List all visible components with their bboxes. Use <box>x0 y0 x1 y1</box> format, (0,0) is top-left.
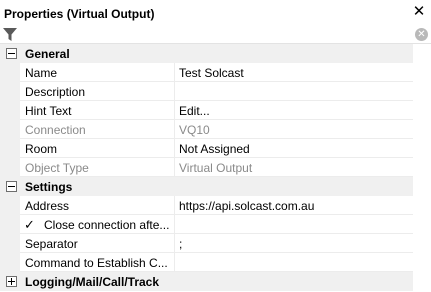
clear-filter-icon[interactable]: ✕ <box>415 28 428 41</box>
expand-toggle-icon[interactable] <box>6 276 17 287</box>
row-gutter <box>0 63 20 82</box>
panel-titlebar: Properties (Virtual Output) ✕ <box>0 0 431 26</box>
property-row-separator[interactable]: Separator ; <box>0 234 431 253</box>
row-gutter <box>0 139 20 158</box>
category-label: Settings <box>25 180 73 194</box>
row-gutter <box>0 120 20 139</box>
property-name[interactable]: Name <box>20 63 175 82</box>
property-row-room[interactable]: Room Not Assigned <box>0 139 431 158</box>
collapse-toggle-icon[interactable] <box>6 181 17 192</box>
property-row-name[interactable]: Name Test Solcast <box>0 63 431 82</box>
property-value[interactable]: Edit... <box>175 101 413 120</box>
property-name[interactable]: Address <box>20 196 175 215</box>
property-value[interactable]: Not Assigned <box>175 139 413 158</box>
property-name[interactable]: Room <box>20 139 175 158</box>
property-name[interactable]: Hint Text <box>20 101 175 120</box>
property-name[interactable]: Connection <box>20 120 175 139</box>
panel-title: Properties (Virtual Output) <box>4 7 155 21</box>
property-row-command[interactable]: Command to Establish C... <box>0 253 431 272</box>
category-logging[interactable]: Logging/Mail/Call/Track <box>0 272 431 291</box>
row-gutter <box>0 196 20 215</box>
property-value[interactable]: https://api.solcast.com.au <box>175 196 413 215</box>
property-name[interactable]: Close connection afte... <box>20 215 175 234</box>
property-row-hint-text[interactable]: Hint Text Edit... <box>0 101 431 120</box>
property-name[interactable]: Command to Establish C... <box>20 253 175 272</box>
property-name[interactable]: Object Type <box>20 158 175 177</box>
row-gutter <box>0 82 20 101</box>
filter-bar: ✕ <box>0 26 431 44</box>
property-value[interactable] <box>175 82 413 101</box>
property-value[interactable]: Test Solcast <box>175 63 413 82</box>
property-row-description[interactable]: Description <box>0 82 431 101</box>
property-row-connection[interactable]: Connection VQ10 <box>0 120 431 139</box>
category-label: General <box>25 47 70 61</box>
grid-right-margin <box>413 44 431 292</box>
row-gutter <box>0 253 20 272</box>
close-icon[interactable]: ✕ <box>412 4 426 20</box>
property-row-address[interactable]: Address https://api.solcast.com.au <box>0 196 431 215</box>
property-grid: General Name Test Solcast Description Hi… <box>0 44 431 291</box>
category-settings[interactable]: Settings <box>0 177 431 196</box>
property-name[interactable]: Separator <box>20 234 175 253</box>
checkmark-icon[interactable]: ✓ <box>24 218 37 231</box>
property-value: VQ10 <box>175 120 413 139</box>
collapse-toggle-icon[interactable] <box>6 48 17 59</box>
category-label: Logging/Mail/Call/Track <box>25 275 160 289</box>
property-value[interactable] <box>175 215 413 234</box>
filter-icon[interactable] <box>2 27 18 42</box>
filter-input[interactable] <box>20 27 410 42</box>
property-value: Virtual Output <box>175 158 413 177</box>
row-gutter <box>0 158 20 177</box>
category-general[interactable]: General <box>0 44 431 63</box>
property-value[interactable] <box>175 253 413 272</box>
property-row-close-connection[interactable]: Close connection afte... ✓ <box>0 215 431 234</box>
row-gutter <box>0 234 20 253</box>
row-gutter <box>0 215 20 234</box>
property-value[interactable]: ; <box>175 234 413 253</box>
property-name[interactable]: Description <box>20 82 175 101</box>
row-gutter <box>0 101 20 120</box>
property-row-object-type[interactable]: Object Type Virtual Output <box>0 158 431 177</box>
